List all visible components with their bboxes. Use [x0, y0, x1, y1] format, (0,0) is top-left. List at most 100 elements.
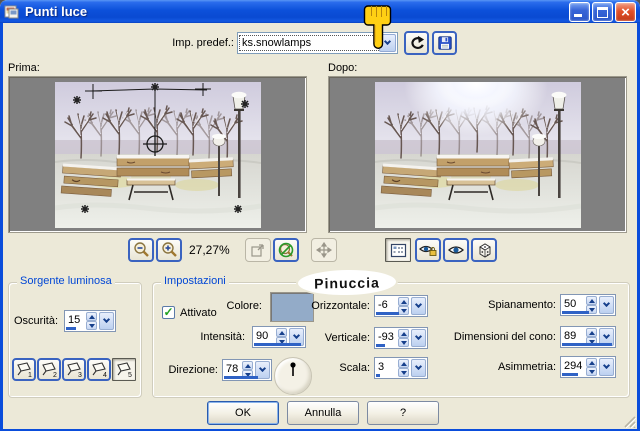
spin-up-button[interactable]: [586, 358, 597, 367]
light-source-group-title: Sorgente luminosa: [17, 275, 115, 287]
down-arrow-icon: [400, 370, 407, 375]
show-panes-toggle[interactable]: [385, 238, 411, 262]
spin-up-button[interactable]: [86, 312, 97, 321]
svg-text:3: 3: [78, 372, 82, 378]
preset-value[interactable]: ks.snowlamps: [239, 35, 379, 51]
spin-up-button[interactable]: [398, 359, 409, 368]
save-floppy-icon: [437, 36, 452, 50]
slider-dropdown-button[interactable]: [99, 312, 114, 330]
up-arrow-icon: [588, 360, 595, 365]
zoom-in-icon: [162, 242, 177, 257]
app-icon: [4, 5, 19, 18]
slider-dropdown-button[interactable]: [411, 297, 426, 315]
enabled-label[interactable]: Attivato: [180, 307, 217, 319]
slider-dropdown-button[interactable]: [411, 329, 426, 347]
cone-size-label: Dimensioni del cono:: [453, 331, 556, 343]
spin-down-button[interactable]: [398, 338, 409, 347]
chevron-down-icon: [602, 299, 611, 308]
scale-spinner[interactable]: 3: [374, 357, 428, 379]
down-arrow-icon: [88, 323, 95, 328]
light-source-2-button[interactable]: 2: [37, 358, 61, 381]
cancel-button[interactable]: Annulla: [287, 401, 359, 425]
light-handles-overlay[interactable]: [55, 82, 261, 228]
randomize-button[interactable]: [471, 238, 497, 262]
after-preview-panel[interactable]: [328, 76, 627, 233]
enabled-checkbox[interactable]: ✓: [162, 306, 175, 319]
spin-up-button[interactable]: [586, 328, 597, 337]
chevron-down-icon: [602, 361, 611, 370]
value-track: [562, 373, 579, 376]
spin-up-button[interactable]: [242, 361, 253, 370]
direction-label: Direzione:: [168, 364, 218, 376]
preview-panes-icon: [390, 243, 406, 257]
zoom-disable-icon: [278, 242, 294, 258]
light-source-3-button[interactable]: 3: [62, 358, 86, 381]
slider-dropdown-button[interactable]: [599, 296, 614, 314]
smoothing-spinner[interactable]: 50: [560, 294, 616, 316]
horizontal-spinner[interactable]: -6: [374, 295, 428, 317]
save-preset-button[interactable]: [432, 31, 457, 55]
slider-dropdown-button[interactable]: [411, 359, 426, 377]
zoom-in-button[interactable]: [156, 238, 182, 262]
light-source-1-button[interactable]: 1: [12, 358, 36, 381]
chevron-down-icon: [258, 364, 267, 373]
spin-down-button[interactable]: [586, 367, 597, 376]
cone-size-spinner[interactable]: 89: [560, 326, 616, 348]
fit-image-button[interactable]: [245, 238, 271, 262]
direction-spinner[interactable]: 78: [222, 359, 272, 381]
lamp-1-icon: 1: [17, 362, 32, 378]
maximize-button[interactable]: [592, 1, 613, 22]
up-arrow-icon: [588, 298, 595, 303]
title-bar[interactable]: Punti luce ×: [0, 0, 640, 23]
svg-text:2: 2: [53, 372, 57, 378]
spin-down-button[interactable]: [398, 306, 409, 315]
help-button[interactable]: ?: [367, 401, 439, 425]
spin-up-button[interactable]: [398, 329, 409, 338]
dice-icon: [478, 242, 491, 258]
value-track: [376, 312, 400, 315]
intensity-label: Intensità:: [200, 331, 245, 343]
asymmetry-spinner[interactable]: 294: [560, 356, 616, 378]
reset-preset-button[interactable]: [404, 31, 429, 55]
auto-proof-button[interactable]: [415, 238, 441, 262]
asymmetry-label: Asimmetria:: [497, 361, 556, 373]
up-arrow-icon: [400, 361, 407, 366]
horizontal-label: Orizzontale:: [311, 300, 370, 312]
spin-up-button[interactable]: [586, 296, 597, 305]
minimize-button[interactable]: [569, 1, 590, 22]
reset-arrow-icon: [410, 35, 424, 49]
lamp-3-icon: 3: [67, 362, 82, 378]
before-preview-panel[interactable]: [8, 76, 307, 233]
svg-text:4: 4: [103, 372, 107, 378]
chevron-down-icon: [102, 315, 111, 324]
slider-dropdown-button[interactable]: [599, 358, 614, 376]
chevron-down-icon: [414, 362, 423, 371]
down-arrow-icon: [588, 307, 595, 312]
light-source-5-button[interactable]: 5: [112, 358, 136, 381]
resize-grip[interactable]: [622, 414, 636, 428]
value-track: [376, 344, 385, 347]
vertical-spinner[interactable]: -93: [374, 327, 428, 349]
spin-up-button[interactable]: [398, 297, 409, 306]
value-track: [562, 311, 589, 314]
ok-button[interactable]: OK: [207, 401, 279, 425]
close-button[interactable]: ×: [615, 1, 636, 22]
eye-lock-icon: [419, 245, 437, 256]
chevron-down-icon: [414, 332, 423, 341]
down-arrow-icon: [400, 340, 407, 345]
spin-down-button[interactable]: [398, 368, 409, 377]
light-source-4-button[interactable]: 4: [87, 358, 111, 381]
lamp-4-icon: 4: [92, 362, 107, 378]
down-arrow-icon: [400, 308, 407, 313]
proof-button[interactable]: [443, 238, 469, 262]
zoom-out-button[interactable]: [128, 238, 154, 262]
fit-image-icon: [251, 244, 264, 257]
window-border-left: [0, 22, 3, 431]
darkness-spinner[interactable]: 15: [64, 310, 116, 332]
pan-button[interactable]: [311, 238, 337, 262]
smoothing-label: Spianamento:: [488, 299, 556, 311]
spin-down-button[interactable]: [86, 321, 97, 330]
lamp-2-icon: 2: [42, 362, 57, 378]
zoom-normal-button[interactable]: [273, 238, 299, 262]
maximize-icon: [597, 6, 608, 18]
